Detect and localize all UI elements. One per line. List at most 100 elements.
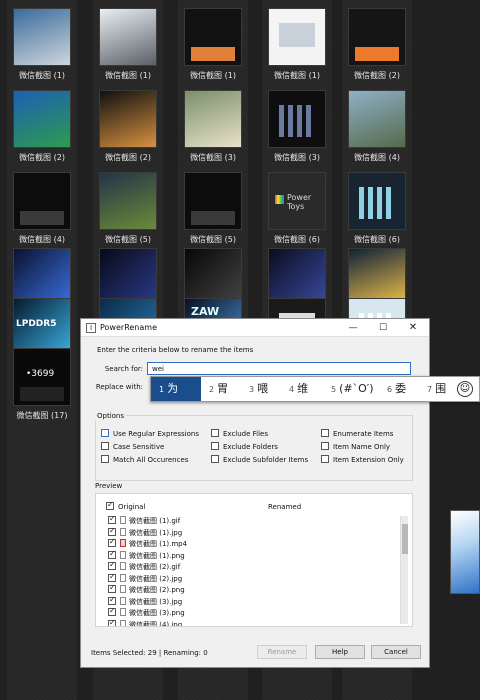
file-tile[interactable]: 微信截图 (5): [178, 170, 248, 246]
row-filename: 微信截图 (3).png: [129, 609, 185, 617]
file-tile[interactable]: 微信截图 (5): [93, 170, 163, 246]
row-checkbox[interactable]: [108, 549, 116, 559]
checkbox[interactable]: [321, 442, 329, 450]
option-checkbox[interactable]: Exclude Subfolder Items: [211, 455, 308, 464]
powerrename-dialog: I PowerRename — ☐ ✕ Enter the criteria b…: [80, 318, 430, 668]
search-label: Search for:: [104, 365, 143, 373]
checkbox[interactable]: [211, 455, 219, 463]
scrollbar-thumb[interactable]: [402, 524, 408, 554]
candidate-text: 围: [435, 382, 447, 395]
option-checkbox[interactable]: Exclude Folders: [211, 442, 278, 451]
file-tile[interactable]: 微信截图 (1): [93, 6, 163, 82]
option-checkbox[interactable]: Use Regular Expressions: [101, 429, 199, 438]
checkbox[interactable]: [321, 455, 329, 463]
ime-candidate[interactable]: 5 (#`O′): [323, 377, 379, 401]
preview-row[interactable]: 微信截图 (1).mp4: [108, 537, 187, 550]
preview-row[interactable]: 微信截图 (2).gif: [108, 560, 180, 573]
ime-candidate[interactable]: 7围: [419, 377, 455, 401]
row-checkbox[interactable]: [108, 526, 116, 536]
row-checkbox[interactable]: [108, 560, 116, 570]
preview-row[interactable]: 微信截图 (1).gif: [108, 516, 180, 527]
candidate-number: 7: [427, 385, 433, 394]
row-checkbox[interactable]: [108, 583, 116, 593]
partial-thumbnail[interactable]: [450, 510, 480, 594]
row-checkbox[interactable]: [108, 572, 116, 582]
thumbnail-image: Power Toys: [268, 172, 326, 230]
option-checkbox[interactable]: Enumerate Items: [321, 429, 393, 438]
checkbox[interactable]: [101, 429, 109, 437]
checkbox[interactable]: [101, 455, 109, 463]
title-bar[interactable]: I PowerRename — ☐ ✕: [81, 319, 429, 337]
select-all-checkbox[interactable]: [106, 500, 114, 510]
checkbox[interactable]: [101, 442, 109, 450]
file-tile[interactable]: 微信截图 (1): [7, 6, 77, 82]
file-tile[interactable]: 微信截图 (6): [342, 170, 412, 246]
option-checkbox[interactable]: Item Name Only: [321, 442, 390, 451]
file-tile[interactable]: 微信截图 (2): [342, 6, 412, 82]
file-label: 微信截图 (4): [354, 153, 400, 162]
row-checkbox[interactable]: [108, 618, 116, 626]
file-tile[interactable]: 微信截图 (3): [178, 88, 248, 164]
file-icon: [120, 550, 126, 559]
preview-row[interactable]: 微信截图 (4).jpg: [108, 618, 182, 626]
ime-candidate[interactable]: 3喂: [241, 377, 281, 401]
file-label: 微信截图 (5): [190, 235, 236, 244]
file-tile[interactable]: 微信截图 (2): [93, 88, 163, 164]
file-label: 微信截图 (17): [16, 411, 68, 420]
file-label: 微信截图 (2): [354, 71, 400, 80]
option-checkbox[interactable]: Item Extension Only: [321, 455, 404, 464]
row-filename: 微信截图 (1).jpg: [129, 528, 183, 537]
option-checkbox[interactable]: Case Sensitive: [101, 442, 164, 451]
preview-select-all[interactable]: Original: [106, 500, 145, 511]
file-tile[interactable]: 微信截图 (1): [262, 6, 332, 82]
cancel-button[interactable]: Cancel: [371, 645, 421, 659]
file-icon: [120, 585, 126, 593]
row-checkbox[interactable]: [108, 595, 116, 605]
row-checkbox[interactable]: [108, 516, 116, 524]
preview-scrollbar[interactable]: [400, 516, 408, 624]
checkbox[interactable]: [211, 429, 219, 437]
file-tile[interactable]: 微信截图 (3): [262, 88, 332, 164]
preview-row[interactable]: 微信截图 (2).png: [108, 583, 185, 596]
preview-row[interactable]: 微信截图 (3).png: [108, 606, 185, 619]
thumb-text: ZAW: [191, 305, 220, 318]
smiley-icon[interactable]: ☺: [457, 381, 473, 397]
file-tile[interactable]: 微信截图 (4): [7, 170, 77, 246]
preview-list[interactable]: 微信截图 (1).gif 微信截图 (1).jpg 微信截图 (1).mp4 微信截图…: [108, 516, 408, 626]
thumb-text: LPDDR5: [16, 319, 57, 329]
candidate-number: 5: [331, 385, 337, 394]
option-checkbox[interactable]: Match All Occurences: [101, 455, 188, 464]
option-label: Item Extension Only: [333, 456, 404, 464]
ime-candidate[interactable]: 1为: [151, 377, 201, 401]
rename-button[interactable]: Rename: [257, 645, 307, 659]
file-tile[interactable]: •3699 微信截图 (17): [7, 346, 77, 422]
option-checkbox[interactable]: Exclude Files: [211, 429, 268, 438]
preview-row[interactable]: 微信截图 (3).jpg: [108, 595, 183, 608]
preview-row[interactable]: 微信截图 (1).jpg: [108, 526, 183, 539]
ime-candidate[interactable]: 6委: [379, 377, 419, 401]
minimize-icon[interactable]: —: [343, 321, 363, 335]
ime-candidate[interactable]: 4维: [281, 377, 323, 401]
file-label: 微信截图 (4): [19, 235, 65, 244]
file-icon: [120, 562, 126, 570]
file-tile[interactable]: 微信截图 (2): [7, 88, 77, 164]
row-filename: 微信截图 (3).jpg: [129, 597, 183, 606]
preview-row[interactable]: 微信截图 (1).png: [108, 549, 185, 562]
row-checkbox[interactable]: [108, 606, 116, 616]
ime-candidate[interactable]: 2胃: [201, 377, 241, 401]
file-tile[interactable]: 微信截图 (1): [178, 6, 248, 82]
row-checkbox[interactable]: [108, 537, 116, 547]
file-tile[interactable]: 微信截图 (4): [342, 88, 412, 164]
preview-row[interactable]: 微信截图 (2).jpg: [108, 572, 182, 585]
close-icon[interactable]: ✕: [403, 321, 423, 335]
file-tile[interactable]: Power Toys 微信截图 (6): [262, 170, 332, 246]
file-icon: [120, 619, 126, 626]
search-input[interactable]: wei: [147, 362, 411, 375]
file-label: 微信截图 (6): [354, 235, 400, 244]
checkbox[interactable]: [321, 429, 329, 437]
candidate-text: 委: [395, 382, 407, 395]
checkbox[interactable]: [211, 442, 219, 450]
help-button[interactable]: Help: [315, 645, 365, 659]
maximize-icon[interactable]: ☐: [373, 321, 393, 335]
thumbnail-image: [268, 90, 326, 148]
